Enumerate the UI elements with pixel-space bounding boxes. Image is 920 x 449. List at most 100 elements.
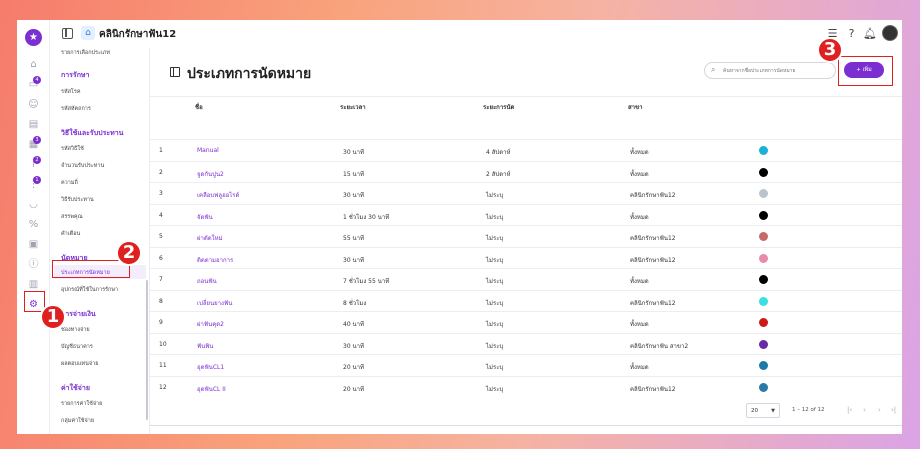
row-name[interactable]: ฟันพิน [197,341,213,351]
table-row[interactable]: 5 ผ่าตัดใหม่ 55 นาที ไม่ระบุ คลินิกรักษาฟัน1… [150,225,902,247]
submenu-item[interactable]: รายการเลือกประเภท [61,49,110,57]
bell-icon[interactable]: 🔔︎ [863,27,877,40]
row-branch: ทั้งหมด [630,278,649,285]
row-name[interactable]: อุดฟันCL1 [197,362,224,372]
document-icon[interactable]: ▤ [27,118,40,131]
table-row[interactable]: 8 เปลี่ยนยางฟัน 8 ชั่วโมง ไม่ระบุ คลินิกรักษ… [150,289,902,312]
row-color-swatch [759,318,768,327]
home-icon[interactable]: ⌂ [27,58,40,71]
submenu-item-equipment[interactable]: อุปกรณ์ที่ใช้ในการรักษา [61,286,118,294]
submenu-item-disease-code[interactable]: รหัสโรค [61,88,81,96]
page-panel-icon [170,67,180,77]
submenu-item-bank-account[interactable]: บัญชีธนาคาร [61,343,93,351]
submenu-item-properties[interactable]: สรรพคุณ [61,213,83,221]
table-row[interactable]: 2 จูดกันปูน2 15 นาที 2 สัปดาห์ ทั้งหมด [150,160,902,183]
submenu-item-commission[interactable]: ผลตอบแทนจ่าย [61,360,98,368]
row-name[interactable]: Manual [197,147,219,154]
table-row[interactable]: 7 ถอนฟัน 7 ชั่วโมง 55 นาที ไม่ระบุ ทั้งหมด [150,268,902,290]
submenu-heading-expense: ค่าใช้จ่าย [61,384,90,392]
row-color-swatch [759,339,768,349]
callout-box-add [838,56,893,86]
row-duration: 40 นาที [343,321,364,328]
submenu-item-procedure-code[interactable]: รหัสหัตถการ [61,105,91,113]
finance-badge: 1 [33,176,41,184]
clinic-name[interactable]: คลินิกรักษาฟัน12 [99,27,176,42]
pagination: 20 ▼ 1 – 12 of 12 |‹ ‹ › ›| [150,390,902,420]
next-page-icon[interactable]: › [878,406,881,414]
row-name[interactable]: จัดฟัน [197,212,213,222]
user-avatar[interactable] [882,25,898,41]
search-input[interactable] [723,66,831,76]
submenu-item-payment-channel[interactable]: ช่องทางจ่าย [61,326,90,334]
page-size-select[interactable]: 20 ▼ [746,403,780,418]
app-logo-icon[interactable]: ★ [25,29,42,46]
calendar-badge: 4 [33,76,41,84]
clinic-icon: ⌂ [81,26,95,40]
row-interval: ไม่ระบุ [486,235,504,242]
callout-box-appointment-type [52,260,130,278]
report-badge: 2 [33,156,41,164]
submenu-item-warning[interactable]: คำเตือน [61,230,80,238]
table-row[interactable]: 11 อุดฟันCL1 20 นาที ไม่ระบุ ทั้งหมด [150,354,902,376]
row-name[interactable]: ถอนฟัน [197,276,217,286]
row-duration: 30 นาที [343,342,364,350]
submenu-item-dose[interactable]: จำนวนรับประทาน [61,162,104,170]
submenu-heading-usage: วิธีใช้และรับประทาน [61,129,124,137]
row-interval: 2 สัปดาห์ [486,170,511,178]
row-name[interactable]: เปลี่ยนยางฟัน [197,298,232,308]
table-row[interactable]: 4 จัดฟัน 1 ชั่วโมง 30 นาที ไม่ระบุ ทั้งหมด [150,203,902,226]
row-branch: ทั้งหมด [630,364,649,371]
info-icon[interactable]: ⓘ [27,258,40,271]
row-name[interactable]: ติดตามอาการ [197,255,233,265]
row-duration: 7 ชั่วโมง 55 นาที [343,278,390,285]
row-number: 9 [159,319,163,326]
submenu-item-expense-group[interactable]: กลุ่มค่าใช้จ่าย [61,417,94,425]
submenu-item-expense-list[interactable]: รายการค่าใช้จ่าย [61,400,102,408]
row-number: 10 [159,340,167,348]
row-duration: 30 นาที [343,192,364,199]
table-row[interactable]: 9 ผ่าฟันคุด2 40 นาที ไม่ระบุ ทั้งหมด [150,311,902,333]
help-icon[interactable]: ? [845,27,858,40]
sidebar-toggle-icon[interactable] [62,28,73,39]
table-row[interactable]: 10 ฟันพิน 30 นาที ไม่ระบุ คลินิกรักษาฟัน สาข… [150,332,902,355]
icon-rail: ★ ⌂ ▭ 4 ☺ ▤ ▦ 3 ⁞ 2 ⋮ 1 ◡ % ▣ ⓘ ▥ ⚙ [17,20,50,434]
last-page-icon[interactable]: ›| [891,406,896,414]
patient-icon[interactable]: ☺ [27,98,40,111]
submenu-heading-treatment: การรักษา [61,71,90,79]
page-title: ประเภทการนัดหมาย [187,66,312,82]
table-row[interactable]: 3 เคลือบฟลูออไรด์ 30 นาที ไม่ระบุ คลินิกรักษ… [150,182,902,204]
row-name[interactable]: ผ่าฟันคุด2 [197,319,224,329]
table-row[interactable]: 1 Manual 30 นาที 4 สัปดาห์ ทั้งหมด [150,139,902,161]
row-number: 2 [159,168,163,176]
row-color-swatch [759,296,768,306]
column-header-branch[interactable]: สาขา [628,102,643,112]
column-header-name[interactable]: ชื่อ [195,102,203,112]
row-name[interactable]: ผ่าตัดใหม่ [197,233,223,243]
column-header-interval[interactable]: ระยะการนัด [483,102,514,112]
first-page-icon[interactable]: |‹ [847,406,852,414]
prev-page-icon[interactable]: ‹ [863,406,866,414]
row-name[interactable]: จูดกันปูน2 [197,169,224,179]
table-row[interactable]: 6 ติดตามอาการ 30 นาที ไม่ระบุ คลินิกรักษาฟัน… [150,246,902,269]
row-duration: 20 นาที [343,364,364,371]
submenu-scrollbar[interactable] [146,280,148,420]
submenu-item-intake-method[interactable]: วิธีรับประทาน [61,196,94,204]
row-color-swatch [759,253,768,263]
submenu-item-usage-code[interactable]: รหัสวิธีใช้ [61,145,84,153]
row-branch: ทั้งหมด [630,149,649,156]
content-bottom-border [150,425,902,426]
percent-icon[interactable]: % [27,218,40,231]
row-duration: 30 นาที [343,149,364,156]
search-field[interactable]: ⌕ [704,62,836,79]
row-branch: คลินิกรักษาฟัน12 [630,299,676,307]
row-name[interactable]: เคลือบฟลูออไรด์ [197,190,239,200]
row-interval: ไม่ระบุ [486,342,504,350]
chart-doc-icon[interactable]: ▣ [27,238,40,251]
page-size-value: 20 [751,408,758,414]
analytics-icon[interactable]: ▥ [27,278,40,291]
row-number: 6 [159,254,163,262]
tooth-icon[interactable]: ◡ [27,198,40,211]
submenu-item-frequency[interactable]: ความถี่ [61,179,78,187]
column-header-duration[interactable]: ระยะเวลา [340,102,366,112]
submenu-heading-payment: การจ่ายเงิน [61,310,96,318]
